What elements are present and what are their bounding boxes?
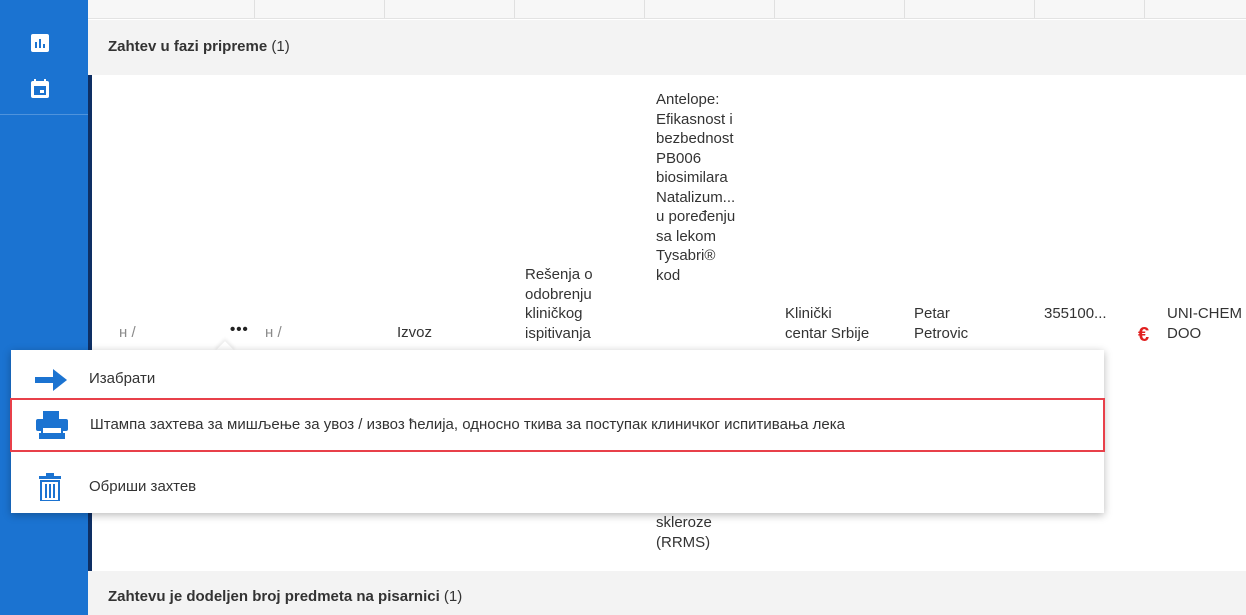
bar-chart-icon[interactable] <box>30 33 50 53</box>
menu-item-label: Обриши захтев <box>89 478 197 495</box>
cell-decision: Rešenja o odobrenju kliničkog ispitivanj… <box>525 266 593 342</box>
cell-study-title: Antelope: Efikasnost i bezbednost PB006 … <box>656 91 736 284</box>
cell-number: н / <box>119 324 136 341</box>
cell-number-2: н / <box>265 324 282 341</box>
menu-item-print-request[interactable]: Штампа захтева за мишљење за увоз / изво… <box>10 398 1105 452</box>
sidebar <box>0 0 88 615</box>
menu-item-label: Изабрати <box>89 370 156 387</box>
sidebar-divider <box>0 114 88 115</box>
group-count: (1) <box>443 588 463 605</box>
menu-item-delete[interactable]: Обриши захтев <box>11 462 1104 512</box>
table-header-strip <box>88 0 1246 19</box>
group-count: (1) <box>271 38 290 55</box>
euro-icon: € <box>1138 324 1150 346</box>
cell-person: Petar Petrovic <box>914 305 969 342</box>
menu-item-select[interactable]: Изабрати <box>11 354 1104 404</box>
more-actions-button[interactable]: ••• <box>230 320 249 340</box>
cell-type: Izvoz <box>397 324 433 341</box>
arrow-right-icon <box>33 367 69 393</box>
cell-amount: 355100... <box>1044 305 1107 322</box>
group-header-registered[interactable]: Zahtevu je dodeljen broj predmeta na pis… <box>88 571 1246 615</box>
calendar-icon[interactable] <box>30 79 50 99</box>
group-title: Zahtev u fazi pripreme <box>108 38 268 55</box>
main-content: Zahtev u fazi pripreme (1) н / ••• н / I… <box>88 0 1246 615</box>
group-title: Zahtevu je dodeljen broj predmeta na pis… <box>108 588 440 605</box>
cell-company: UNI-CHEM DOO <box>1167 305 1242 342</box>
printer-icon <box>34 411 70 440</box>
context-menu: Изабрати Штампа захтева за мишљење за ув… <box>10 350 1105 513</box>
cell-study-title-end: skleroze (RRMS) <box>656 514 712 551</box>
group-header-preparation[interactable]: Zahtev u fazi pripreme (1) <box>88 20 1246 75</box>
cell-institution: Klinički centar Srbije <box>785 305 870 342</box>
menu-item-label: Штампа захтева за мишљење за увоз / изво… <box>90 416 845 433</box>
trash-icon <box>37 473 73 502</box>
